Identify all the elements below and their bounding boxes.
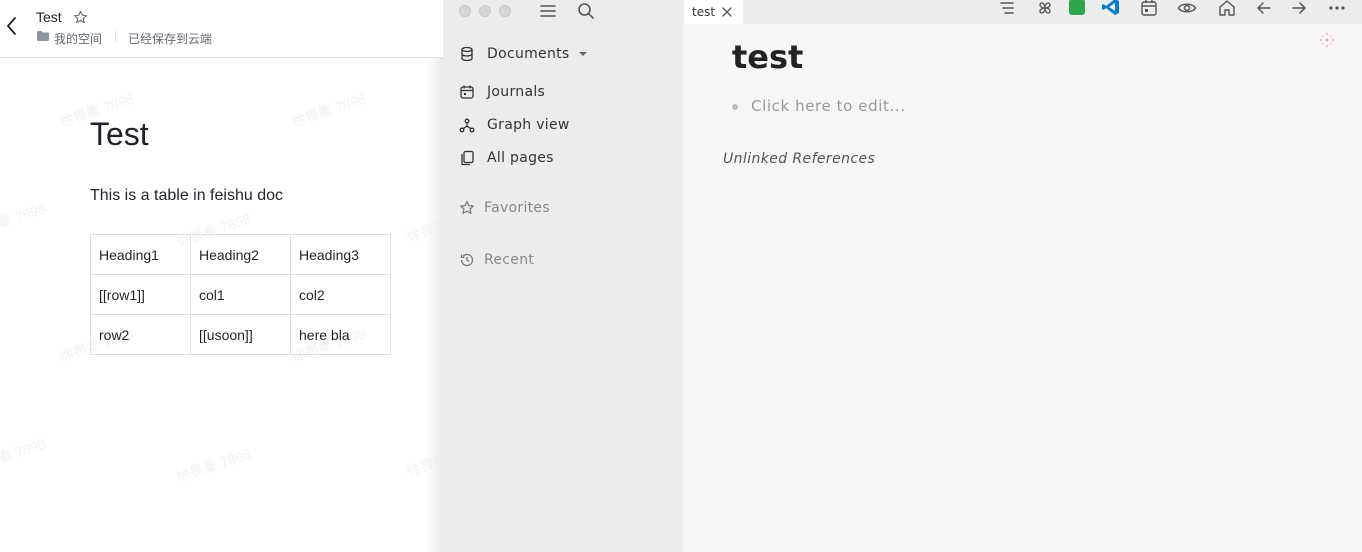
- database-icon: [461, 46, 473, 62]
- unlinked-references-toggle[interactable]: Unlinked References: [723, 151, 875, 167]
- sidebar-item-journals[interactable]: Journals: [459, 80, 545, 104]
- tab-test[interactable]: test: [685, 0, 743, 24]
- arrow-right-icon[interactable]: [1289, 0, 1309, 18]
- table-cell[interactable]: Heading1: [90, 234, 191, 275]
- graph-icon: [459, 118, 475, 133]
- window-minimize-button[interactable]: [479, 5, 491, 17]
- block-editor-placeholder[interactable]: Click here to edit...: [751, 97, 906, 115]
- logseq-window: Documents Journals Graph view All pages …: [443, 0, 1362, 552]
- doc-header-title: Test: [36, 9, 62, 25]
- doc-title[interactable]: Test: [90, 116, 149, 153]
- history-icon: [460, 253, 474, 267]
- feishu-doc-window: Test 我的空间 已经保存到云端 徐畏秦 7898 徐畏秦 7898 徐畏秦 …: [0, 0, 443, 552]
- doc-paragraph[interactable]: This is a table in feishu doc: [90, 187, 283, 205]
- vscode-icon[interactable]: [1101, 0, 1121, 17]
- list-icon[interactable]: [997, 0, 1017, 18]
- caret-down-icon[interactable]: [578, 49, 588, 59]
- eye-icon[interactable]: [1177, 0, 1197, 18]
- sparkle-icon: [1319, 32, 1335, 48]
- sidebar-item-label: All pages: [487, 150, 554, 166]
- home-icon[interactable]: [1217, 0, 1237, 18]
- table-cell[interactable]: row2: [90, 314, 191, 355]
- sidebar-item-graph-view[interactable]: Graph view: [459, 113, 570, 137]
- sidebar-item-documents[interactable]: Documents: [459, 42, 588, 66]
- table-cell[interactable]: col2: [290, 274, 391, 315]
- pinwheel-icon[interactable]: [1035, 0, 1055, 18]
- window-maximize-button[interactable]: [499, 5, 511, 17]
- sidebar-section-label: Favorites: [484, 200, 550, 216]
- menu-icon[interactable]: [538, 1, 558, 21]
- tab-label: test: [692, 5, 716, 19]
- top-toolbar: [743, 0, 1362, 24]
- table-cell[interactable]: Heading3: [290, 234, 391, 275]
- doc-header: Test 我的空间 已经保存到云端: [0, 0, 443, 58]
- star-icon[interactable]: [73, 10, 88, 25]
- sidebar-item-all-pages[interactable]: All pages: [459, 146, 554, 170]
- search-icon[interactable]: [576, 1, 596, 21]
- sidebar-section-label: Recent: [484, 252, 535, 268]
- calendar-icon[interactable]: [1139, 0, 1159, 18]
- window-close-button[interactable]: [459, 5, 471, 17]
- back-arrow-icon[interactable]: [4, 15, 20, 37]
- breadcrumb-divider: [115, 31, 116, 42]
- window-edge-shadow: [426, 58, 443, 552]
- left-sidebar: Documents Journals Graph view All pages …: [443, 0, 683, 552]
- table-cell[interactable]: [[usoon]]: [190, 314, 291, 355]
- star-icon: [460, 200, 474, 214]
- table-cell[interactable]: [[row1]]: [90, 274, 191, 315]
- table-cell[interactable]: Heading2: [190, 234, 291, 275]
- main-content: test test Click here to edit... Unlinked…: [683, 0, 1362, 552]
- sidebar-section-favorites[interactable]: Favorites: [459, 196, 550, 220]
- pages-icon: [461, 150, 474, 166]
- sidebar-item-label: Graph view: [487, 117, 570, 133]
- watermark: 徐畏秦 7898: [0, 200, 48, 240]
- close-icon[interactable]: [721, 6, 733, 18]
- more-icon[interactable]: [1327, 0, 1347, 18]
- table-cell[interactable]: col1: [190, 274, 291, 315]
- green-square-icon[interactable]: [1067, 0, 1087, 17]
- arrow-left-icon[interactable]: [1254, 0, 1274, 18]
- sidebar-item-label: Journals: [487, 84, 546, 100]
- sidebar-section-recent[interactable]: Recent: [459, 248, 534, 272]
- table-row: row2 [[usoon]] here bla: [90, 314, 391, 355]
- table-row: [[row1]] col1 col2: [90, 274, 391, 315]
- watermark: 徐畏秦 7898: [289, 90, 368, 130]
- sidebar-item-label: Documents: [487, 46, 570, 62]
- table-row: Heading1 Heading2 Heading3: [90, 234, 391, 275]
- doc-table: Heading1 Heading2 Heading3 [[row1]] col1…: [90, 234, 391, 355]
- breadcrumb-space[interactable]: 我的空间: [54, 30, 102, 47]
- block-bullet[interactable]: [732, 104, 738, 110]
- save-status: 已经保存到云端: [128, 32, 213, 46]
- calendar-icon: [460, 85, 474, 99]
- table-cell[interactable]: here bla: [290, 314, 391, 355]
- watermark: 徐畏秦 7898: [0, 435, 48, 475]
- page-title[interactable]: test: [732, 38, 803, 76]
- folder-icon: [37, 31, 49, 41]
- watermark: 徐畏秦 7898: [174, 445, 253, 485]
